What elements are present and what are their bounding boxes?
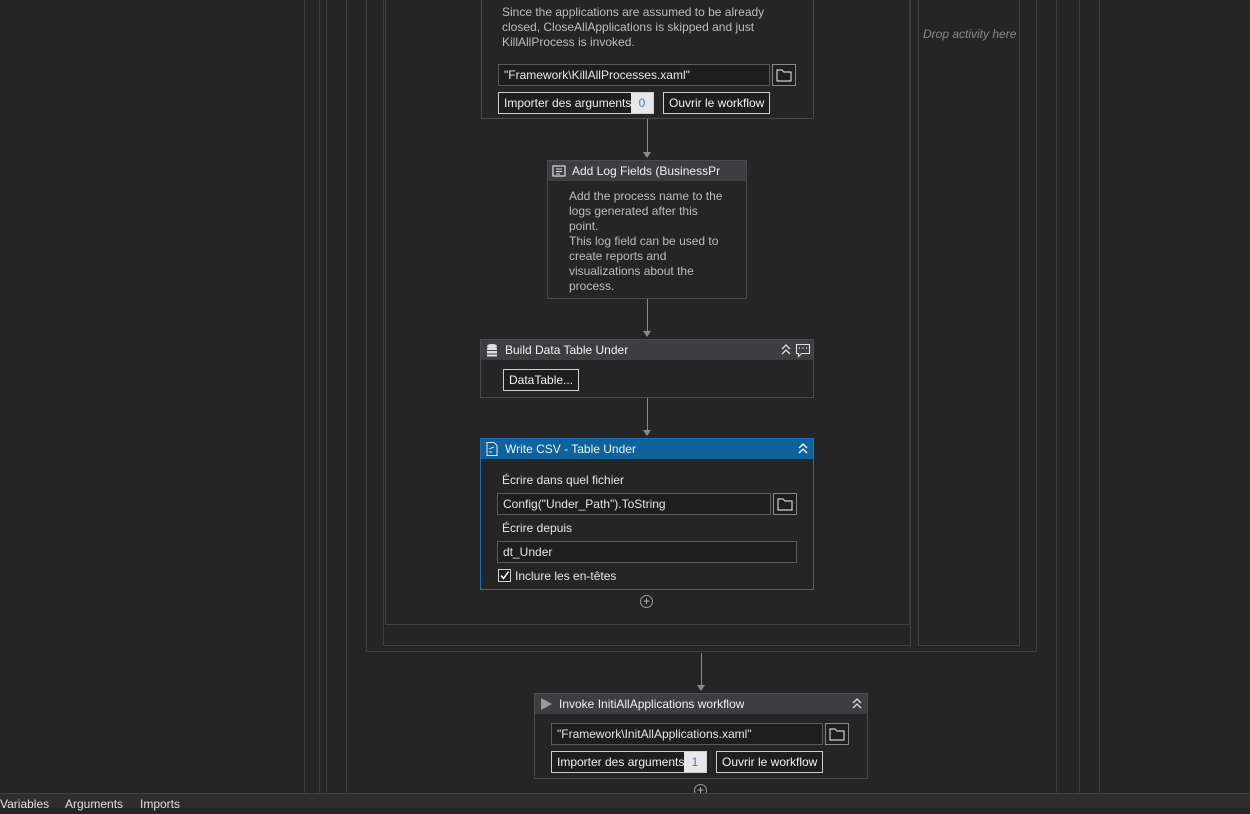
sequence-border-left-2 xyxy=(319,0,320,795)
designer-bottom-bar: Variables Arguments Imports xyxy=(0,793,1250,811)
build-data-table-title: Build Data Table Under xyxy=(505,343,629,357)
invoke-init-browse-button[interactable] xyxy=(825,723,849,745)
folder-icon xyxy=(829,728,845,741)
log-fields-icon xyxy=(552,165,566,177)
include-headers-label: Inclure les en-têtes xyxy=(515,569,617,583)
description-line: create reports and xyxy=(569,249,667,263)
add-log-fields-description: Add the process name to the logs generat… xyxy=(569,189,722,294)
sequence-border-left-4 xyxy=(346,0,347,795)
description-line: KillAllProcess is invoked. xyxy=(502,35,635,49)
include-headers-checkbox[interactable] xyxy=(498,569,511,582)
flow-connector xyxy=(647,119,648,153)
import-arguments-label: Importer des arguments xyxy=(504,96,632,110)
tab-arguments[interactable]: Arguments xyxy=(65,794,123,814)
invoke-init-path-input[interactable]: "Framework\InitAllApplications.xaml" xyxy=(551,723,823,745)
folder-icon xyxy=(776,69,792,82)
argument-count-badge: 0 xyxy=(631,93,653,113)
invoke-init-import-arguments-button[interactable]: Importer des arguments 1 xyxy=(551,751,707,773)
double-chevron-up-icon[interactable] xyxy=(796,441,810,457)
flow-connector xyxy=(701,653,702,686)
description-line: process. xyxy=(569,279,615,293)
invoke-init-header[interactable]: Invoke InitiAllApplications workflow xyxy=(535,694,867,714)
write-csv-icon xyxy=(486,441,498,457)
flow-connector xyxy=(647,299,648,332)
drop-activity-hint: Drop activity here xyxy=(923,27,1017,41)
description-line: point. xyxy=(569,219,599,233)
add-circle-icon[interactable]: + xyxy=(640,595,653,608)
write-csv-header[interactable]: Write CSV - Table Under xyxy=(481,439,813,459)
flow-arrow xyxy=(643,331,651,337)
annotation-icon[interactable] xyxy=(795,342,811,358)
build-data-table-header[interactable]: Build Data Table Under xyxy=(481,340,813,360)
tab-variables[interactable]: Variables xyxy=(0,794,49,814)
description-line: logs generated after this xyxy=(569,204,698,218)
data-table-icon xyxy=(487,344,497,357)
tab-imports[interactable]: Imports xyxy=(140,794,180,814)
double-chevron-up-icon[interactable] xyxy=(779,342,793,358)
drop-activity-area[interactable] xyxy=(918,0,1020,646)
description-line: visualizations about the xyxy=(569,264,694,278)
sequence-border-left-1 xyxy=(304,0,305,795)
description-line: Add the process name to the xyxy=(569,189,723,203)
invoke-play-icon xyxy=(541,698,552,710)
kill-process-open-workflow-button[interactable]: Ouvrir le workflow xyxy=(663,92,771,114)
flow-arrow xyxy=(643,152,651,158)
kill-process-browse-button[interactable] xyxy=(772,64,796,86)
argument-count-badge: 1 xyxy=(684,752,706,772)
add-log-fields-activity[interactable]: Add Log Fields (BusinessPr Add the proce… xyxy=(547,160,747,299)
write-csv-activity[interactable]: Write CSV - Table Under Écrire dans quel… xyxy=(480,438,814,590)
kill-process-import-arguments-button[interactable]: Importer des arguments 0 xyxy=(498,92,654,114)
sequence-border-right-2 xyxy=(1099,0,1100,795)
invoke-kill-processes-activity[interactable]: Since the applications are assumed to be… xyxy=(481,0,814,119)
write-file-browse-button[interactable] xyxy=(773,493,797,515)
description-line: Since the applications are assumed to be… xyxy=(502,5,765,19)
add-log-fields-title: Add Log Fields (BusinessPr xyxy=(572,164,721,178)
flow-arrow xyxy=(643,430,651,436)
write-from-label: Écrire depuis xyxy=(502,521,573,535)
import-arguments-label: Importer des arguments xyxy=(557,755,685,769)
flow-arrow xyxy=(697,685,705,691)
sequence-border-right-3 xyxy=(1056,0,1057,795)
sequence-border-right-1 xyxy=(1079,0,1080,795)
description-line: closed, CloseAllApplications is skipped … xyxy=(502,20,755,34)
sequence-border-left-3 xyxy=(326,0,327,795)
double-chevron-up-icon[interactable] xyxy=(850,696,864,712)
kill-process-description: Since the applications are assumed to be… xyxy=(502,5,764,50)
write-file-path-input[interactable]: Config("Under_Path").ToString xyxy=(497,493,771,515)
write-from-input[interactable]: dt_Under xyxy=(497,541,797,563)
kill-process-path-input[interactable]: "Framework\KillAllProcesses.xaml" xyxy=(498,64,770,86)
build-data-table-activity[interactable]: Build Data Table Under DataTable... xyxy=(480,339,814,398)
checkmark-icon xyxy=(500,571,510,580)
write-csv-title: Write CSV - Table Under xyxy=(505,442,636,456)
invoke-init-applications-activity[interactable]: Invoke InitiAllApplications workflow "Fr… xyxy=(534,693,868,779)
write-file-label: Écrire dans quel fichier xyxy=(502,473,625,487)
add-log-fields-header[interactable]: Add Log Fields (BusinessPr xyxy=(548,161,746,181)
invoke-init-open-workflow-button[interactable]: Ouvrir le workflow xyxy=(716,751,824,773)
folder-icon xyxy=(777,498,793,511)
description-line: This log field can be used to xyxy=(569,234,719,248)
datatable-editor-button[interactable]: DataTable... xyxy=(503,369,580,391)
invoke-init-title: Invoke InitiAllApplications workflow xyxy=(559,697,745,711)
flow-connector xyxy=(647,398,648,431)
